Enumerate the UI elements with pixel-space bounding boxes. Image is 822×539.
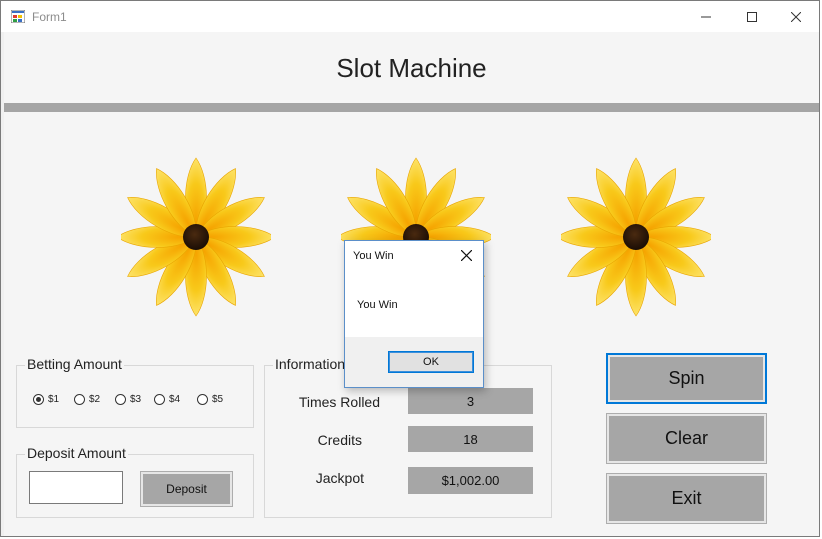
header-panel: Slot Machine — [4, 32, 819, 103]
credits-label: Credits — [317, 432, 362, 448]
clear-button[interactable]: Clear — [606, 413, 767, 464]
main-window: Form1 Slot Machine Betting Amount $1 $2 … — [0, 0, 820, 537]
radio-icon — [154, 394, 165, 405]
app-icon — [11, 10, 25, 23]
deposit-input[interactable] — [29, 471, 123, 504]
dialog-footer: OK — [345, 337, 483, 387]
header-divider — [4, 103, 819, 112]
close-button[interactable] — [773, 1, 819, 32]
you-win-dialog: You Win You Win OK — [344, 240, 484, 388]
radio-icon — [197, 394, 208, 405]
times-rolled-value: 3 — [408, 388, 533, 414]
reel-3-sunflower-icon — [561, 157, 711, 317]
maximize-button[interactable] — [729, 1, 775, 32]
bet-radio-3[interactable]: $3 — [115, 394, 141, 405]
reel-1-sunflower-icon — [121, 157, 271, 317]
jackpot-label: Jackpot — [315, 470, 364, 486]
spin-button[interactable]: Spin — [606, 353, 767, 404]
exit-button[interactable]: Exit — [606, 473, 767, 524]
bet-radio-2[interactable]: $2 — [74, 394, 100, 405]
dialog-message: You Win — [357, 299, 398, 311]
minimize-icon — [701, 16, 711, 17]
title-bar[interactable]: Form1 — [1, 1, 819, 32]
maximize-icon — [747, 11, 757, 22]
dialog-title: You Win — [353, 250, 394, 262]
minimize-button[interactable] — [683, 1, 729, 32]
dialog-close-icon[interactable] — [461, 250, 472, 261]
credits-value: 18 — [408, 426, 533, 452]
window-title: Form1 — [32, 10, 67, 24]
betting-amount-label: Betting Amount — [25, 356, 124, 372]
radio-icon — [115, 394, 126, 405]
jackpot-value: $1,002.00 — [408, 467, 533, 494]
deposit-amount-label: Deposit Amount — [25, 445, 128, 461]
radio-icon — [74, 394, 85, 405]
bet-radio-1[interactable]: $1 — [33, 394, 59, 405]
radio-selected-icon — [33, 394, 44, 405]
page-title: Slot Machine — [336, 53, 487, 83]
times-rolled-label: Times Rolled — [298, 394, 380, 410]
ok-button[interactable]: OK — [388, 351, 474, 373]
deposit-button[interactable]: Deposit — [140, 471, 233, 507]
bet-radio-4[interactable]: $4 — [154, 394, 180, 405]
information-label: Information — [273, 356, 348, 372]
close-icon — [791, 11, 801, 22]
bet-radio-5[interactable]: $5 — [197, 394, 223, 405]
